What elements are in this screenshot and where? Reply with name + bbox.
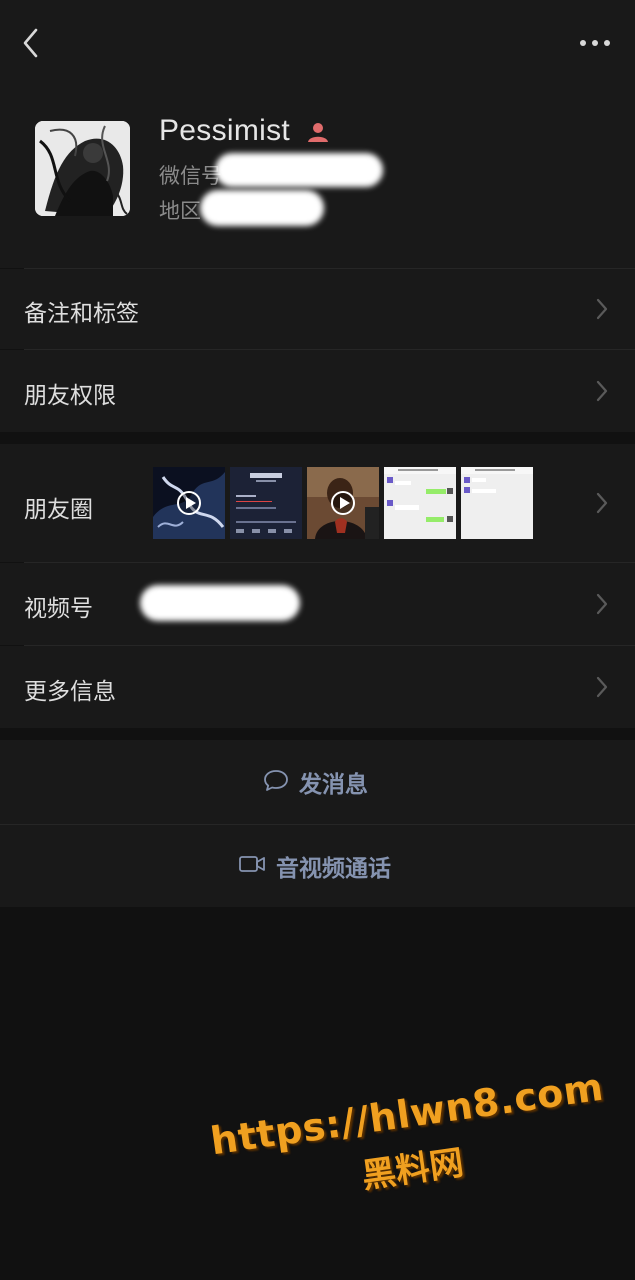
row-channels[interactable]: 视频号 [0, 563, 635, 645]
top-bar [0, 0, 635, 90]
send-message-label: 发消息 [299, 772, 368, 798]
wechat-id-label: 微信号 [159, 164, 222, 188]
back-arrow-icon[interactable] [18, 26, 48, 60]
chevron-right-icon [595, 491, 609, 515]
redacted-region [200, 190, 324, 226]
moments-thumbnail[interactable] [307, 467, 379, 539]
watermark-text: 黑料网 [359, 1142, 467, 1197]
redacted-channel-name [140, 585, 300, 621]
moments-thumbnail[interactable] [384, 467, 456, 539]
row-remark-tags[interactable]: 备注和标签 [0, 269, 635, 349]
watermark: https://hlwn8.com 黑料网 [205, 1042, 635, 1229]
row-label: 视频号 [24, 596, 93, 622]
video-call-button[interactable]: 音视频通话 [0, 825, 635, 907]
moments-thumbnail[interactable] [230, 467, 302, 539]
moments-thumbnail[interactable] [153, 467, 225, 539]
chat-bubble-icon [263, 768, 289, 796]
row-label: 备注和标签 [24, 301, 139, 327]
row-more-info[interactable]: 更多信息 [0, 646, 635, 728]
video-call-label: 音视频通话 [276, 856, 391, 882]
contact-badge-icon [306, 120, 330, 144]
row-label: 朋友圈 [24, 497, 93, 523]
chevron-right-icon [595, 592, 609, 616]
chevron-right-icon [595, 379, 609, 403]
chevron-right-icon [595, 675, 609, 699]
row-label: 朋友权限 [24, 383, 116, 409]
moments-thumbnail[interactable] [461, 467, 533, 539]
profile-header: Pessimist 微信号 地区 [0, 90, 635, 268]
region-label: 地区 [159, 199, 201, 223]
more-dots-icon[interactable] [575, 30, 615, 56]
nickname: Pessimist [159, 114, 291, 147]
section-gap [0, 728, 635, 740]
row-moments[interactable]: 朋友圈 [0, 444, 635, 562]
avatar[interactable] [35, 121, 130, 216]
section-gap [0, 432, 635, 444]
contact-profile-page: Pessimist 微信号 地区 备注和标签 朋友权限 朋友圈 视频号 更多信息… [0, 0, 635, 1280]
chevron-right-icon [595, 297, 609, 321]
send-message-button[interactable]: 发消息 [0, 740, 635, 824]
redacted-wechat-id [215, 153, 383, 187]
row-label: 更多信息 [24, 679, 116, 705]
video-camera-icon [238, 853, 266, 879]
row-friend-permissions[interactable]: 朋友权限 [0, 350, 635, 432]
